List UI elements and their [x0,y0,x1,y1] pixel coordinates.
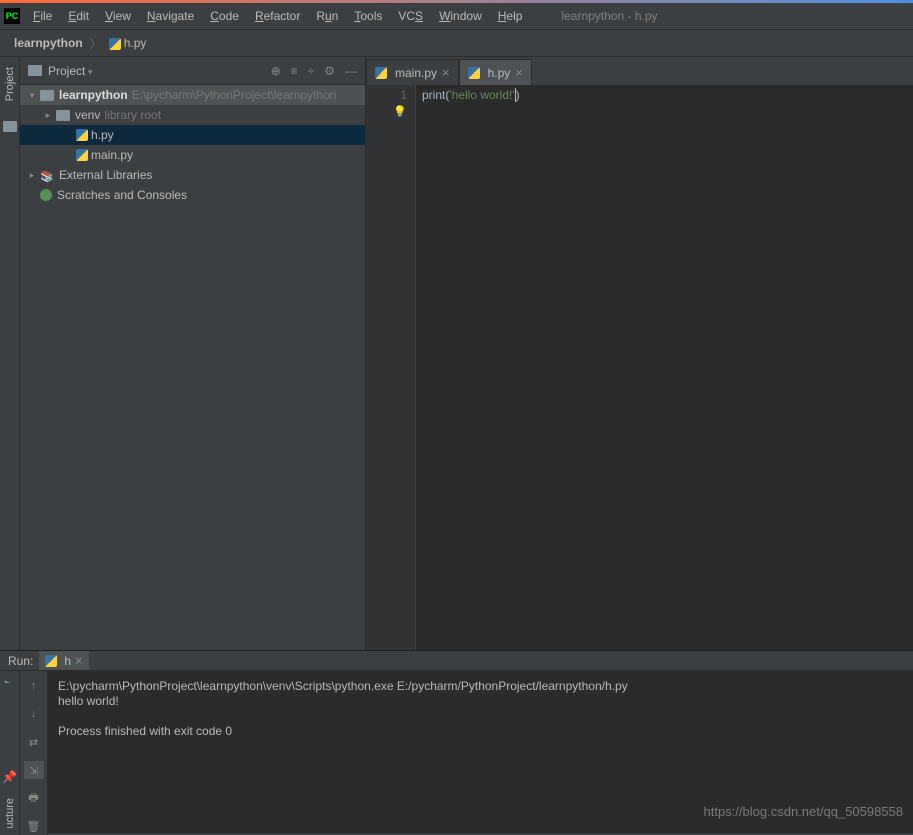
menu-window[interactable]: Window [432,6,489,26]
python-file-icon [45,655,57,667]
menu-file[interactable]: File [26,6,59,26]
menu-run[interactable]: Run [309,6,345,26]
run-panel-header: Run: h × [0,651,913,671]
editor-area: main.py × h.py × 1 💡 print('hello world!… [366,57,913,650]
menu-tools[interactable]: Tools [347,6,389,26]
menu-vcs[interactable]: VCS [391,6,430,26]
code-token: ) [516,88,520,102]
hide-icon[interactable]: — [345,64,357,78]
menu-view[interactable]: View [98,6,138,26]
menu-code[interactable]: Code [203,6,246,26]
console-line: hello world! [58,694,119,708]
python-file-icon [468,67,480,79]
code-token: 'hello world!' [449,88,514,102]
gutter: 1 💡 [366,85,416,650]
menu-navigate[interactable]: Navigate [140,6,201,26]
tree-hint: library root [104,108,161,122]
close-icon[interactable]: × [75,653,83,668]
project-panel-title[interactable]: Project [48,64,271,78]
tree-path: E:\pycharm\PythonProject\learnpython [132,88,337,102]
scratches-icon [40,189,52,201]
python-file-icon [76,149,88,161]
left-tool-strip-bottom: 📌 ucture [0,683,20,833]
tree-venv[interactable]: ▸ venv library root [20,105,365,125]
python-file-icon [109,38,121,50]
run-toolbar-secondary: ↑ ↓ ⇄ ⇲ 🖶 🗑 [20,671,48,835]
tree-label: main.py [91,148,133,162]
run-label: Run: [8,654,33,668]
menu-help[interactable]: Help [491,6,530,26]
up-icon[interactable]: ↑ [24,677,44,695]
code-area: 1 💡 print('hello world!') [366,85,913,650]
expand-icon[interactable]: ≡ [291,64,298,78]
tree-label: h.py [91,128,114,142]
project-tool-button[interactable]: Project [4,67,16,101]
project-icon [28,65,42,76]
python-file-icon [375,67,387,79]
menu-refactor[interactable]: Refactor [248,6,307,26]
menu-edit[interactable]: Edit [61,6,96,26]
console-line: Process finished with exit code 0 [58,724,232,738]
line-number: 1 [366,87,407,104]
structure-tool-button[interactable]: ucture [4,798,16,829]
menubar: PC File Edit View Navigate Code Refactor… [0,3,913,29]
console-line: E:\pycharm\PythonProject\learnpython\ven… [58,679,628,693]
breadcrumb-separator: 〉 [90,35,102,52]
intention-bulb-icon[interactable]: 💡 [366,104,407,121]
settings-icon[interactable]: ⚙ [324,64,335,78]
tree-scratches[interactable]: Scratches and Consoles [20,185,365,205]
tree-label: External Libraries [59,168,152,182]
scroll-icon[interactable]: ⇲ [24,761,44,779]
chevron-right-icon[interactable]: ▸ [24,170,40,181]
down-icon[interactable]: ↓ [24,705,44,723]
code-token: print [422,88,445,102]
wrap-icon[interactable]: ⇄ [24,733,44,751]
tree-project-root[interactable]: ▾ learnpython E:\pycharm\PythonProject\l… [20,85,365,105]
run-tab[interactable]: h × [39,651,88,670]
close-icon[interactable]: × [515,65,523,80]
print-icon[interactable]: 🖶 [24,789,44,807]
breadcrumb-root[interactable]: learnpython [10,34,87,52]
window-title: learnpython - h.py [561,9,657,23]
chevron-down-icon[interactable]: ▾ [24,90,40,101]
tree-file-mainpy[interactable]: main.py [20,145,365,165]
project-panel: Project ⊕ ≡ ÷ ⚙ — ▾ learnpython E:\pycha… [20,57,366,650]
pycharm-icon: PC [4,8,20,24]
close-icon[interactable]: × [442,65,450,80]
python-file-icon [76,129,88,141]
editor-tab-h[interactable]: h.py × [459,59,532,85]
code-editor[interactable]: print('hello world!') [416,85,913,650]
folder-icon [40,90,54,101]
library-icon [40,169,54,181]
locate-icon[interactable]: ⊕ [271,64,281,78]
collapse-icon[interactable]: ÷ [308,64,315,78]
tree-external-libs[interactable]: ▸ External Libraries [20,165,365,185]
editor-tabs: main.py × h.py × [366,57,913,85]
tree-label: venv [75,108,100,122]
navigation-bar: learnpython 〉 h.py [0,29,913,57]
tree-file-hpy[interactable]: h.py [20,125,365,145]
tab-label: h.py [488,66,511,80]
project-panel-header: Project ⊕ ≡ ÷ ⚙ — [20,57,365,85]
chevron-right-icon[interactable]: ▸ [40,110,56,121]
breadcrumb-file[interactable]: h.py [105,34,151,52]
run-tab-label: h [64,654,71,668]
left-tool-strip: Project [0,57,20,650]
trash-icon[interactable]: 🗑 [24,817,44,835]
tab-label: main.py [395,66,437,80]
editor-tab-main[interactable]: main.py × [366,59,459,85]
folder-icon [56,110,70,121]
folder-strip-icon[interactable] [3,121,17,132]
watermark: https://blog.csdn.net/qq_50598558 [704,804,904,819]
tree-label: Scratches and Consoles [57,188,187,202]
tree-label: learnpython [59,88,128,102]
project-tree: ▾ learnpython E:\pycharm\PythonProject\l… [20,85,365,650]
pin-icon[interactable]: 📌 [2,770,17,784]
